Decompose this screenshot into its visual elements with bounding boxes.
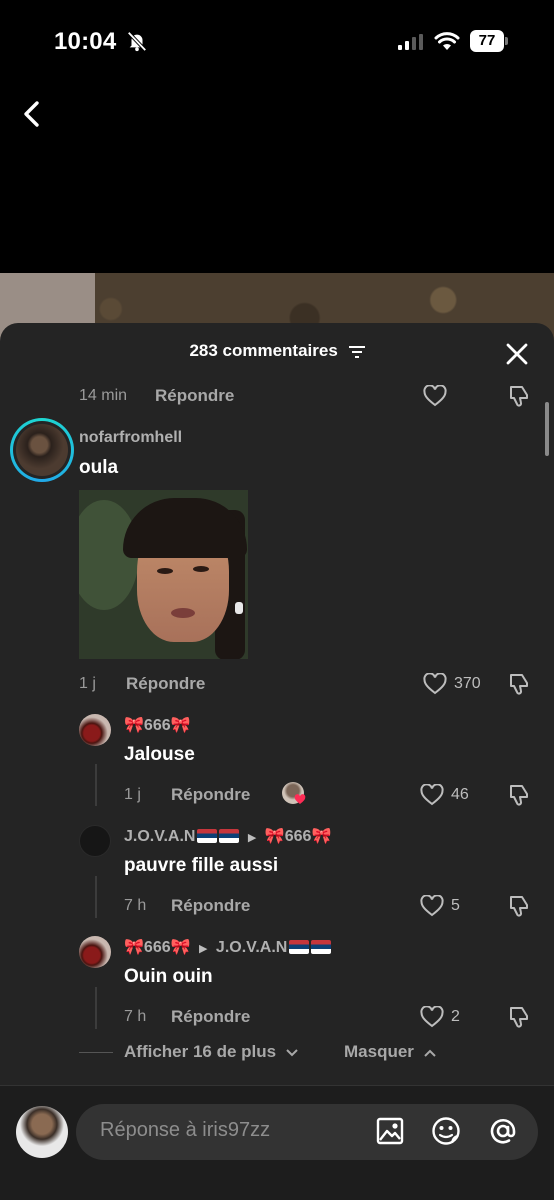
bell-off-icon: [127, 31, 147, 52]
reply-username[interactable]: 🎀666🎀: [124, 715, 191, 735]
status-bar: 10:04 77: [0, 0, 554, 84]
reply-input-placeholder[interactable]: Réponse à iris97zz: [100, 1119, 270, 1142]
reply-button[interactable]: Répondre: [155, 386, 234, 406]
comment-username[interactable]: nofarfromhell: [79, 429, 182, 447]
reply-avatar[interactable]: [79, 936, 111, 968]
avatar[interactable]: [10, 418, 74, 482]
show-more-replies-button[interactable]: Afficher 16 de plus: [124, 1042, 299, 1062]
reply-username[interactable]: J.O.V.A.N ▶ 🎀666🎀: [124, 826, 331, 846]
reply-avatar[interactable]: [79, 825, 111, 857]
reply-username[interactable]: 🎀666🎀 ▶ J.O.V.A.N: [124, 937, 332, 957]
image-icon[interactable]: [376, 1117, 404, 1145]
like-count: 370: [454, 675, 481, 692]
reply-button[interactable]: Répondre: [171, 1007, 250, 1027]
reply-button[interactable]: Répondre: [126, 674, 205, 694]
reply-text: Ouin ouin: [124, 966, 213, 987]
reply-button[interactable]: Répondre: [171, 896, 250, 916]
thread-line: [95, 876, 97, 918]
dislike-icon[interactable]: [507, 672, 531, 696]
wifi-icon: [434, 32, 460, 50]
heart-icon[interactable]: [420, 895, 444, 917]
comments-header: 283 commentaires: [0, 341, 554, 361]
chevron-down-icon: [286, 1048, 298, 1056]
hide-replies-button[interactable]: Masquer: [344, 1042, 437, 1062]
comment-text: oula: [79, 457, 119, 478]
close-icon[interactable]: [504, 341, 530, 367]
signal-icon: [398, 34, 423, 50]
comments-sheet: 283 commentaires: [0, 323, 554, 1200]
reply-text: Jalouse: [124, 744, 195, 765]
mention-icon[interactable]: [487, 1115, 519, 1147]
heart-icon: [294, 794, 306, 804]
battery-level: 77: [470, 30, 504, 52]
filter-icon[interactable]: [348, 345, 365, 358]
dislike-icon[interactable]: [507, 384, 531, 408]
status-time: 10:04: [54, 28, 117, 55]
heart-icon[interactable]: [423, 385, 447, 407]
reply-text: pauvre fille aussi: [124, 855, 279, 876]
like-count: 2: [451, 1008, 460, 1025]
reply-time: 7 h: [124, 897, 147, 914]
reply-button[interactable]: Répondre: [171, 785, 250, 805]
heart-icon[interactable]: [420, 784, 444, 806]
thread-divider: [79, 1052, 113, 1053]
like-count: 46: [451, 786, 469, 803]
dislike-icon[interactable]: [507, 894, 531, 918]
comment-image[interactable]: [79, 490, 248, 659]
chevron-up-icon: [423, 1049, 436, 1057]
dislike-icon[interactable]: [507, 1005, 531, 1029]
reply-time: 1 j: [124, 786, 141, 803]
battery-icon: 77: [470, 30, 508, 52]
sticker-icon[interactable]: [431, 1116, 461, 1146]
like-count: 5: [451, 897, 460, 914]
thread-line: [95, 764, 97, 806]
dislike-icon[interactable]: [507, 783, 531, 807]
heart-icon[interactable]: [420, 1006, 444, 1028]
thread-line: [95, 987, 97, 1029]
back-icon[interactable]: [18, 98, 48, 130]
heart-icon[interactable]: [423, 673, 447, 695]
reply-time: 7 h: [124, 1008, 147, 1025]
comments-count-title: 283 commentaires: [189, 341, 338, 360]
avatar: [16, 1106, 68, 1158]
scrollbar[interactable]: [545, 402, 549, 456]
avatar-image: [16, 424, 68, 476]
comment-time: 14 min: [79, 387, 128, 404]
reply-avatar[interactable]: [79, 714, 111, 746]
comment-time: 1 j: [79, 675, 96, 692]
